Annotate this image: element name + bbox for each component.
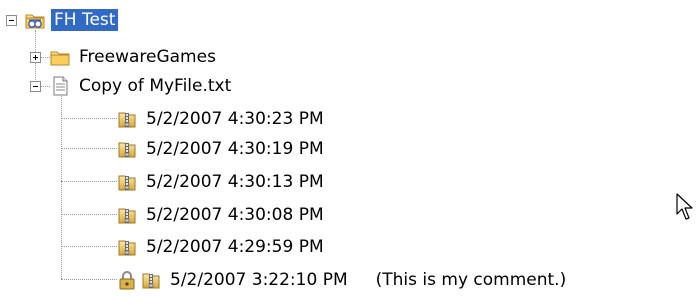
folder-icon: [49, 46, 71, 68]
tree-node-copy-of-myfile[interactable]: Copy of MyFile.txt: [49, 73, 234, 99]
tree-line: [61, 279, 117, 280]
zip-archive-icon: [116, 138, 138, 160]
tree-node-version[interactable]: 5/2/2007 4:29:59 PM: [116, 234, 327, 260]
tree-node-label: 5/2/2007 4:30:23 PM: [146, 109, 324, 129]
tree-node-freewaregames[interactable]: FreewareGames: [49, 44, 219, 70]
zip-archive-icon: [116, 236, 138, 258]
tree-node-version-locked[interactable]: 5/2/2007 3:22:10 PM (This is my comment.…: [116, 267, 566, 293]
tree-node-label: 5/2/2007 4:29:59 PM: [146, 237, 324, 257]
tree-node-label: 5/2/2007 4:30:19 PM: [146, 139, 324, 159]
tree-node-label: 5/2/2007 3:22:10 PM: [170, 270, 348, 290]
lock-icon: [116, 269, 138, 291]
folder-tree: FH Test FreewareGames Copy of MyFile.txt…: [0, 0, 699, 297]
tree-node-label: FreewareGames: [79, 47, 216, 67]
tree-node-version[interactable]: 5/2/2007 4:30:19 PM: [116, 136, 327, 162]
root-collapse-toggle[interactable]: [6, 15, 17, 26]
zip-archive-icon: [116, 204, 138, 226]
arrow-cursor-icon: [676, 193, 694, 221]
tree-line: [61, 246, 117, 247]
zip-archive-icon: [116, 171, 138, 193]
zip-archive-icon: [116, 108, 138, 130]
zip-archive-icon: [140, 269, 162, 291]
tree-node-label: 5/2/2007 4:30:13 PM: [146, 172, 324, 192]
tree-node-label: Copy of MyFile.txt: [79, 76, 232, 96]
shared-folder-icon: [24, 9, 46, 31]
tree-line: [61, 214, 117, 215]
copy-of-myfile-collapse-toggle[interactable]: [30, 81, 41, 92]
tree-node-fh-test[interactable]: FH Test: [24, 7, 119, 33]
tree-node-version[interactable]: 5/2/2007 4:30:08 PM: [116, 202, 327, 228]
version-comment: (This is my comment.): [375, 270, 567, 290]
tree-line: [61, 96, 62, 279]
tree-line: [61, 118, 117, 119]
text-file-icon: [49, 75, 71, 97]
tree-node-version[interactable]: 5/2/2007 4:30:13 PM: [116, 169, 327, 195]
tree-line: [61, 181, 117, 182]
freewaregames-expand-toggle[interactable]: [30, 52, 41, 63]
tree-node-label: 5/2/2007 4:30:08 PM: [146, 205, 324, 225]
tree-line: [61, 148, 117, 149]
tree-node-version[interactable]: 5/2/2007 4:30:23 PM: [116, 106, 327, 132]
tree-node-label: FH Test: [51, 9, 119, 31]
